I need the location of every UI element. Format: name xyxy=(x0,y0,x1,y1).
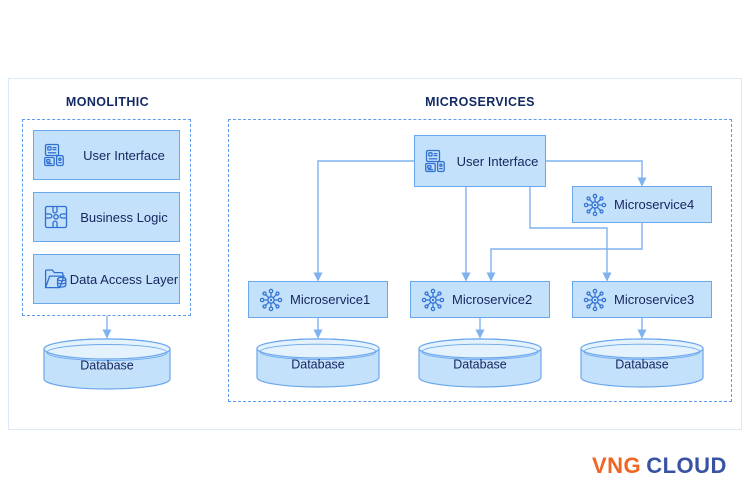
database-cylinder-icon xyxy=(256,338,380,388)
service-hub-icon xyxy=(582,192,608,218)
monolithic-business-logic-box[interactable]: Business Logic xyxy=(33,192,180,242)
microservice1-label: Microservice1 xyxy=(290,292,371,307)
user-interface-icon xyxy=(424,148,450,174)
microservice3-box[interactable]: Microservice3 xyxy=(572,281,712,318)
database-cylinder-icon xyxy=(580,338,704,388)
monolithic-database-cylinder[interactable]: Database xyxy=(43,338,171,390)
microservice2-box[interactable]: Microservice2 xyxy=(410,281,550,318)
service-hub-icon xyxy=(258,287,284,313)
microservice2-database-cylinder[interactable]: Database xyxy=(418,338,542,388)
puzzle-piece-icon xyxy=(43,204,69,230)
service-hub-icon xyxy=(582,287,608,313)
microservice3-label: Microservice3 xyxy=(614,292,695,307)
microservice4-box[interactable]: Microservice4 xyxy=(572,186,712,223)
folder-database-icon xyxy=(43,266,69,292)
connector-lines xyxy=(102,160,647,339)
microservice4-label: Microservice4 xyxy=(614,197,695,212)
diagram-canvas: MONOLITHIC MICROSERVICES User Interface … xyxy=(0,0,750,500)
microservices-user-interface-box[interactable]: User Interface xyxy=(414,135,546,187)
monolithic-data-access-layer-label: Data Access Layer xyxy=(69,271,179,287)
monolithic-data-access-layer-box[interactable]: Data Access Layer xyxy=(33,254,180,304)
database-cylinder-icon xyxy=(418,338,542,388)
user-interface-icon xyxy=(43,142,69,168)
vng-cloud-logo: VNG CLOUD xyxy=(592,455,727,477)
microservice3-database-cylinder[interactable]: Database xyxy=(580,338,704,388)
service-hub-icon xyxy=(420,287,446,313)
microservice1-box[interactable]: Microservice1 xyxy=(248,281,388,318)
database-cylinder-icon xyxy=(43,338,171,390)
microservice2-label: Microservice2 xyxy=(452,292,533,307)
logo-secondary-text: CLOUD xyxy=(646,453,727,478)
microservices-user-interface-label: User Interface xyxy=(456,153,539,169)
monolithic-user-interface-box[interactable]: User Interface xyxy=(33,130,180,180)
monolithic-user-interface-label: User Interface xyxy=(83,147,165,163)
logo-primary-text: VNG xyxy=(592,453,642,478)
monolithic-business-logic-label: Business Logic xyxy=(80,209,168,225)
microservice1-database-cylinder[interactable]: Database xyxy=(256,338,380,388)
